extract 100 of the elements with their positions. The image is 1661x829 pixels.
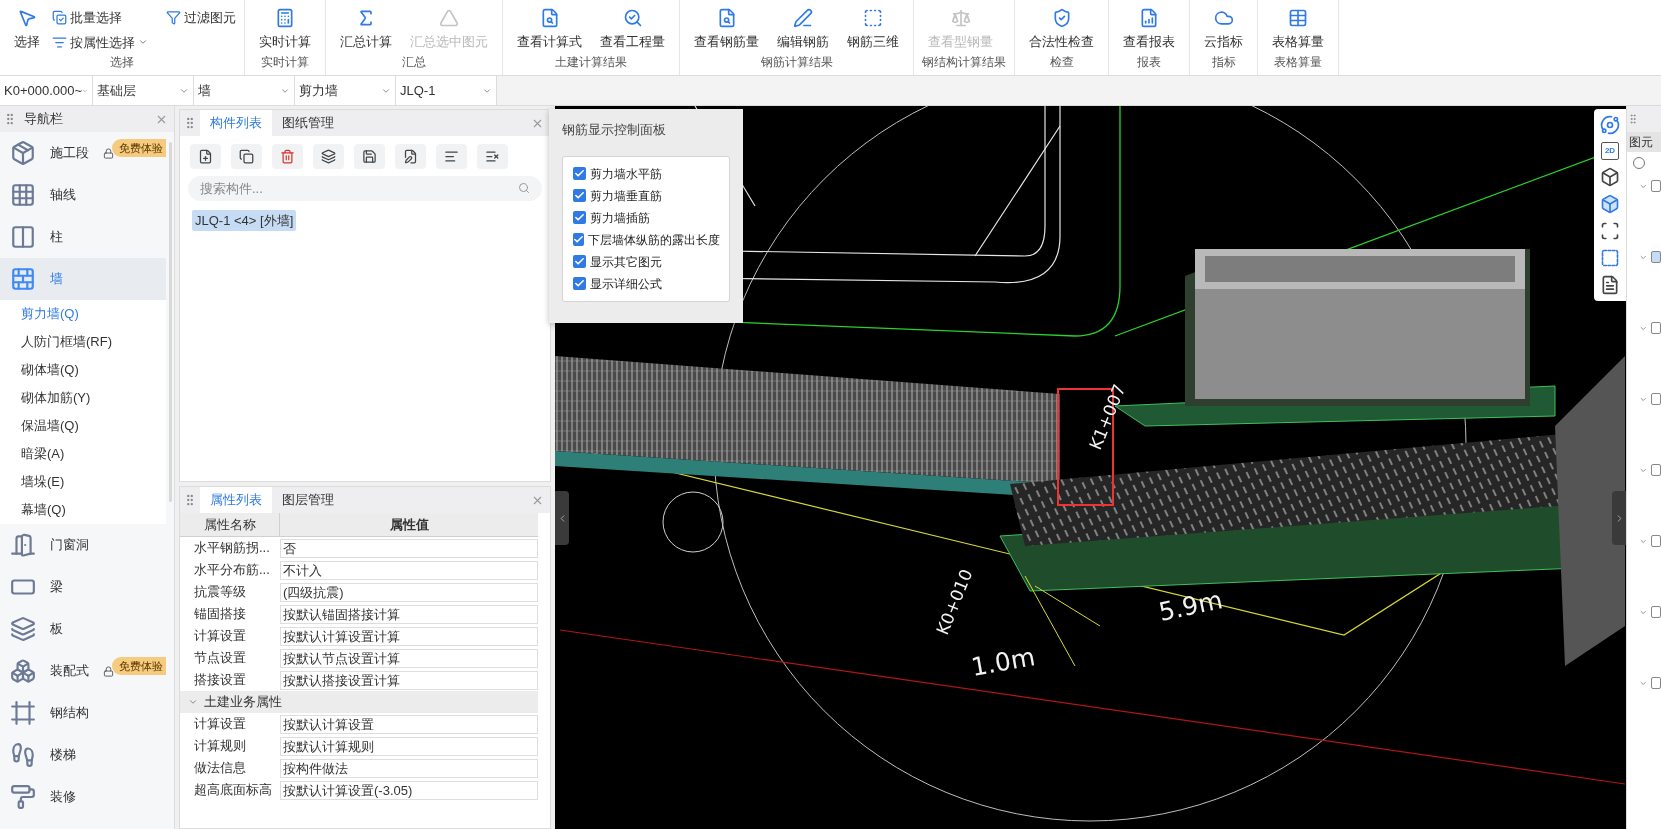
nav-item[interactable]: 柱 [0, 216, 166, 258]
nav-item[interactable]: 轴线 [0, 174, 166, 216]
caret-icon[interactable] [1639, 608, 1648, 617]
nav-subitem[interactable]: 保温墙(Q) [0, 412, 166, 440]
nav-item[interactable]: 门窗洞 [0, 524, 166, 566]
caret-icon[interactable] [1639, 395, 1648, 404]
ribbon-button[interactable]: 钢筋三维 [841, 8, 905, 52]
checkbox-option[interactable]: 显示详细公式 [573, 274, 719, 293]
panel-tab[interactable]: 图层管理 [272, 487, 344, 513]
checkbox[interactable] [573, 167, 586, 180]
property-group-row[interactable]: 土建业务属性 [180, 691, 538, 713]
checkbox-option[interactable]: 显示其它图元 [573, 252, 719, 271]
nav-subitem[interactable]: 人防门框墙(RF) [0, 328, 166, 356]
checkbox[interactable] [1651, 393, 1661, 405]
caret-icon[interactable] [1639, 466, 1648, 475]
nav-item[interactable]: 楼梯 [0, 734, 166, 776]
cube-icon[interactable] [1600, 167, 1620, 187]
expand-handle[interactable] [1612, 491, 1626, 545]
nav-subitem[interactable]: 墙垛(E) [0, 468, 166, 496]
panel-tab[interactable]: 图纸管理 [272, 110, 344, 136]
toolbar-button[interactable] [231, 144, 262, 169]
caret-icon[interactable] [1639, 253, 1648, 262]
nav-item[interactable]: 装修 [0, 776, 166, 818]
nav-subitem[interactable]: 幕墙(Q) [0, 496, 166, 524]
ribbon-button[interactable]: 合法性检查 [1023, 8, 1100, 52]
ribbon-button[interactable]: 查看计算式 [511, 8, 588, 52]
property-value-field[interactable]: 按默认锚固搭接计算 [280, 604, 538, 624]
checkbox[interactable] [573, 211, 586, 224]
ribbon-button[interactable]: 过滤图元 [166, 8, 236, 28]
orbit-icon[interactable] [1600, 115, 1620, 135]
checkbox[interactable] [573, 255, 586, 268]
nav-subitem[interactable]: 砌体加筋(Y) [0, 384, 166, 412]
caret-icon[interactable] [1639, 182, 1648, 191]
nav-item[interactable]: 钢结构 [0, 692, 166, 734]
ribbon-button[interactable]: 按属性选择 [52, 32, 148, 52]
ribbon-button[interactable]: 查看工程量 [594, 8, 671, 52]
toolbar-button[interactable] [477, 144, 508, 169]
toolbar-button[interactable] [313, 144, 344, 169]
filter-dropdown[interactable]: 基础层 [93, 76, 194, 105]
ribbon-button[interactable]: 实时计算 [253, 8, 317, 52]
ribbon-button[interactable]: 批量选择 [52, 8, 148, 28]
filter-dropdown[interactable]: JLQ-1 [396, 76, 497, 105]
scrollbar-thumb[interactable] [168, 142, 172, 502]
view-2d-button[interactable]: 2D [1601, 142, 1619, 160]
ribbon-button[interactable]: 编辑钢筋 [771, 8, 835, 52]
checkbox[interactable] [1651, 251, 1661, 263]
nav-subitem[interactable]: 暗梁(A) [0, 440, 166, 468]
property-value-field[interactable]: 按默认计算设置计算 [280, 626, 538, 646]
checkbox[interactable] [573, 277, 586, 290]
nav-item[interactable]: 装配式 免费体验 [0, 650, 166, 692]
toolbar-button[interactable] [190, 144, 221, 169]
property-value-field[interactable]: 否 [280, 538, 538, 558]
property-value-field[interactable]: 按默认搭接设置计算 [280, 670, 538, 690]
toolbar-button[interactable] [354, 144, 385, 169]
panel-tab[interactable]: 图元 [1627, 132, 1661, 152]
ribbon-button[interactable]: 选择 [8, 8, 46, 52]
nav-item[interactable]: 施工段 免费体验 [0, 132, 166, 174]
shaded-cube-icon[interactable] [1600, 194, 1620, 214]
panel-tab[interactable]: 属性列表 [200, 487, 272, 513]
ribbon-button[interactable]: 汇总计算 [334, 8, 398, 52]
property-value-field[interactable]: 按默认节点设置计算 [280, 648, 538, 668]
checkbox[interactable] [1651, 464, 1661, 476]
property-value-field[interactable]: (四级抗震) [280, 582, 538, 602]
checkbox-option[interactable]: 剪力墙垂直筋 [573, 186, 719, 205]
ribbon-button[interactable]: 表格算量 [1266, 8, 1330, 52]
property-value-field[interactable]: 按默认计算规则 [280, 736, 538, 756]
caret-icon[interactable] [1639, 679, 1648, 688]
checkbox[interactable] [1651, 180, 1661, 192]
dashed-cube-icon[interactable] [1600, 248, 1620, 268]
property-value-field[interactable]: 不计入 [280, 560, 538, 580]
nav-subitem[interactable]: 剪力墙(Q) [0, 300, 166, 328]
ribbon-button[interactable]: 云指标 [1198, 8, 1249, 52]
nav-subitem[interactable]: 砌体墙(Q) [0, 356, 166, 384]
filter-dropdown[interactable]: K0+000.000~ [0, 76, 93, 105]
checkbox[interactable] [573, 233, 584, 246]
list-view-icon[interactable] [1600, 275, 1620, 295]
property-value-field[interactable]: 按构件做法 [280, 758, 538, 778]
filter-dropdown[interactable]: 墙 [194, 76, 295, 105]
panel-tab[interactable]: 构件列表 [200, 110, 272, 136]
property-value-field[interactable]: 按默认计算设置(-3.05) [280, 780, 538, 800]
component-list-item[interactable]: JLQ-1 <4> [外墙] [192, 210, 297, 231]
checkbox-option[interactable]: 剪力墙水平筋 [573, 164, 719, 183]
checkbox-option[interactable]: 下层墙体纵筋的露出长度 [573, 230, 719, 249]
checkbox[interactable] [573, 189, 586, 202]
property-value-field[interactable]: 按默认计算设置 [280, 714, 538, 734]
toolbar-button[interactable] [436, 144, 467, 169]
checkbox[interactable] [1651, 322, 1661, 334]
nav-item[interactable]: 梁 [0, 566, 166, 608]
search-field[interactable]: 搜索构件... [188, 176, 542, 201]
checkbox[interactable] [1651, 677, 1661, 689]
ribbon-button[interactable]: 查看报表 [1117, 8, 1181, 52]
caret-icon[interactable] [1639, 324, 1648, 333]
checkbox[interactable] [1651, 606, 1661, 618]
collapse-handle[interactable] [555, 491, 569, 545]
nav-item[interactable]: 板 [0, 608, 166, 650]
caret-icon[interactable] [1639, 537, 1648, 546]
frame-icon[interactable] [1600, 221, 1620, 241]
filter-dropdown[interactable]: 剪力墙 [295, 76, 396, 105]
checkbox[interactable] [1651, 535, 1661, 547]
checkbox-option[interactable]: 剪力墙插筋 [573, 208, 719, 227]
